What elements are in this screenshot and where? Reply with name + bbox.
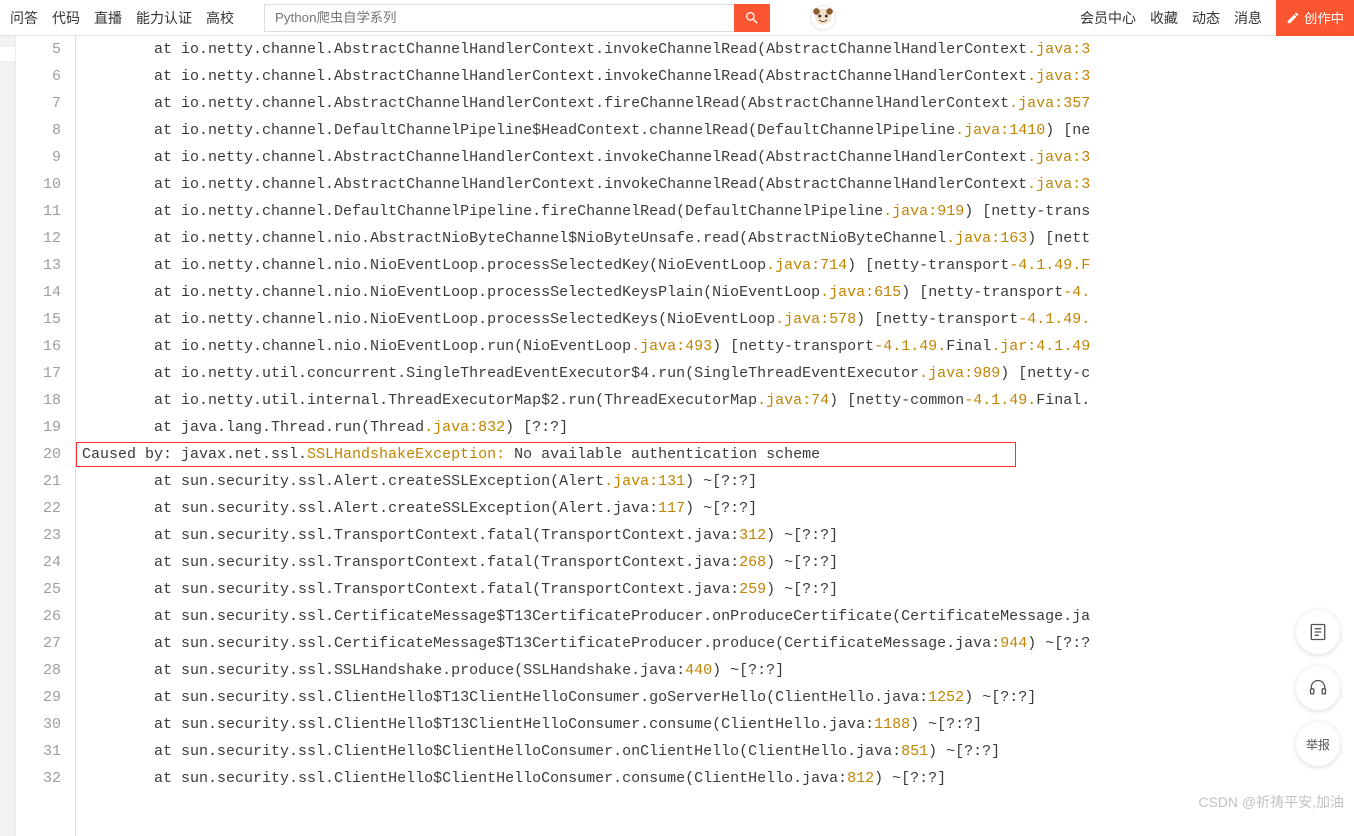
line-number: 28 (16, 657, 61, 684)
nav-left: 问答 代码 直播 能力认证 高校 (10, 8, 234, 28)
left-column (0, 36, 16, 836)
line-number: 20 (16, 441, 61, 468)
search-button[interactable] (734, 4, 770, 32)
line-gutter: 5678910111213141516171819202122232425262… (16, 36, 76, 836)
nav-live[interactable]: 直播 (94, 8, 122, 28)
code-line: at sun.security.ssl.TransportContext.fat… (82, 576, 1354, 603)
line-number: 8 (16, 117, 61, 144)
line-number: 19 (16, 414, 61, 441)
code-line: at sun.security.ssl.CertificateMessage$T… (82, 603, 1354, 630)
code-line: at io.netty.channel.DefaultChannelPipeli… (82, 198, 1354, 225)
nav-trend[interactable]: 动态 (1192, 8, 1220, 28)
line-number: 10 (16, 171, 61, 198)
line-number: 21 (16, 468, 61, 495)
line-number: 32 (16, 765, 61, 792)
code-line: at sun.security.ssl.ClientHello$ClientHe… (82, 765, 1354, 792)
line-number: 5 (16, 36, 61, 63)
line-number: 16 (16, 333, 61, 360)
nav-right: 会员中心 收藏 动态 消息 创作中 (1080, 0, 1354, 36)
content-wrap: 5678910111213141516171819202122232425262… (0, 36, 1354, 836)
user-avatar[interactable] (810, 5, 836, 31)
nav-vip[interactable]: 会员中心 (1080, 8, 1136, 28)
headset-icon (1308, 678, 1328, 698)
line-number: 9 (16, 144, 61, 171)
compose-button[interactable]: 创作中 (1276, 0, 1354, 36)
code-line: at io.netty.channel.AbstractChannelHandl… (82, 144, 1354, 171)
pencil-icon (1286, 11, 1300, 25)
line-number: 30 (16, 711, 61, 738)
line-number: 14 (16, 279, 61, 306)
line-number: 18 (16, 387, 61, 414)
code-line: at io.netty.channel.nio.NioEventLoop.pro… (82, 252, 1354, 279)
code-line: at io.netty.channel.nio.NioEventLoop.pro… (82, 279, 1354, 306)
code-line: at io.netty.util.internal.ThreadExecutor… (82, 387, 1354, 414)
code-line: at io.netty.channel.nio.NioEventLoop.pro… (82, 306, 1354, 333)
line-number: 23 (16, 522, 61, 549)
line-number: 22 (16, 495, 61, 522)
nav-cert[interactable]: 能力认证 (136, 8, 192, 28)
code-line: at io.netty.channel.nio.NioEventLoop.run… (82, 333, 1354, 360)
top-nav: 问答 代码 直播 能力认证 高校 会员中心 收藏 动态 消息 创作中 (0, 0, 1354, 36)
line-number: 15 (16, 306, 61, 333)
line-number: 29 (16, 684, 61, 711)
code-line: at sun.security.ssl.ClientHello$T13Clien… (82, 711, 1354, 738)
line-number: 12 (16, 225, 61, 252)
line-number: 17 (16, 360, 61, 387)
float-buttons: 举报 (1296, 610, 1340, 766)
line-number: 24 (16, 549, 61, 576)
code-line: at io.netty.channel.DefaultChannelPipeli… (82, 117, 1354, 144)
report-float-button[interactable]: 举报 (1296, 722, 1340, 766)
code-line: at io.netty.util.concurrent.SingleThread… (82, 360, 1354, 387)
note-icon (1308, 622, 1328, 642)
write-float-button[interactable] (1296, 610, 1340, 654)
line-number: 6 (16, 63, 61, 90)
code-line: at sun.security.ssl.TransportContext.fat… (82, 522, 1354, 549)
code-line: at sun.security.ssl.CertificateMessage$T… (82, 630, 1354, 657)
search-wrap (264, 4, 770, 32)
code-line: at io.netty.channel.nio.AbstractNioByteC… (82, 225, 1354, 252)
search-icon (744, 10, 760, 26)
line-number: 27 (16, 630, 61, 657)
line-number: 26 (16, 603, 61, 630)
code-line: at sun.security.ssl.Alert.createSSLExcep… (82, 495, 1354, 522)
compose-label: 创作中 (1304, 8, 1344, 27)
code-line: at sun.security.ssl.Alert.createSSLExcep… (82, 468, 1354, 495)
code-line: at io.netty.channel.AbstractChannelHandl… (82, 90, 1354, 117)
watermark: CSDN @祈祷平安,加油 (1198, 792, 1344, 812)
code-line: Caused by: javax.net.ssl.SSLHandshakeExc… (82, 441, 1354, 468)
nav-msg[interactable]: 消息 (1234, 8, 1262, 28)
code-line: at sun.security.ssl.ClientHello$ClientHe… (82, 738, 1354, 765)
code-line: at io.netty.channel.AbstractChannelHandl… (82, 36, 1354, 63)
search-input[interactable] (264, 4, 734, 32)
code-line: at io.netty.channel.AbstractChannelHandl… (82, 63, 1354, 90)
line-number: 13 (16, 252, 61, 279)
code-line: at io.netty.channel.AbstractChannelHandl… (82, 171, 1354, 198)
code-line: at sun.security.ssl.ClientHello$T13Clien… (82, 684, 1354, 711)
nav-qa[interactable]: 问答 (10, 8, 38, 28)
line-number: 25 (16, 576, 61, 603)
nav-fav[interactable]: 收藏 (1150, 8, 1178, 28)
nav-code[interactable]: 代码 (52, 8, 80, 28)
code-line: at sun.security.ssl.SSLHandshake.produce… (82, 657, 1354, 684)
nav-college[interactable]: 高校 (206, 8, 234, 28)
code-line: at sun.security.ssl.TransportContext.fat… (82, 549, 1354, 576)
line-number: 11 (16, 198, 61, 225)
code-block: 5678910111213141516171819202122232425262… (16, 36, 1354, 836)
code-lines: at io.netty.channel.AbstractChannelHandl… (76, 36, 1354, 836)
code-line: at java.lang.Thread.run(Thread.java:832)… (82, 414, 1354, 441)
support-float-button[interactable] (1296, 666, 1340, 710)
line-number: 31 (16, 738, 61, 765)
left-stub (0, 46, 16, 62)
line-number: 7 (16, 90, 61, 117)
